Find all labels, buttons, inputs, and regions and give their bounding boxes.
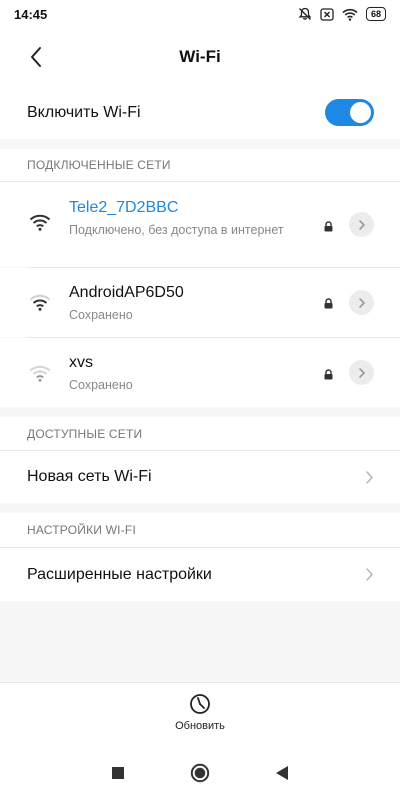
circle-icon	[190, 763, 210, 783]
chevron-right-icon	[366, 470, 373, 484]
back-button[interactable]	[22, 43, 50, 71]
new-network-row[interactable]: Новая сеть Wi-Fi	[0, 451, 400, 503]
recents-button[interactable]	[108, 763, 128, 783]
network-row-xvs[interactable]: xvs Сохранено	[0, 338, 400, 407]
home-button[interactable]	[190, 763, 210, 783]
advanced-settings-label: Расширенные настройки	[27, 565, 212, 583]
network-name: Tele2_7D2BBC	[69, 199, 179, 216]
connected-networks-header: ПОДКЛЮЧЕННЫЕ СЕТИ	[0, 149, 400, 181]
network-name: AndroidAP6D50	[69, 284, 184, 301]
wifi-toggle-row[interactable]: Включить Wi-Fi	[0, 86, 400, 139]
refresh-icon	[190, 694, 210, 714]
refresh-button[interactable]: Обновить	[165, 689, 235, 743]
chevron-right-icon	[358, 219, 365, 230]
square-icon	[112, 767, 124, 779]
header: Wi-Fi	[0, 28, 400, 86]
wifi-toggle-switch[interactable]	[325, 99, 374, 126]
bottom-action-bar: Обновить	[0, 682, 400, 746]
network-details-button[interactable]	[349, 212, 374, 237]
advanced-settings-row[interactable]: Расширенные настройки	[0, 548, 400, 601]
wifi-toggle-label: Включить Wi-Fi	[27, 103, 141, 121]
status-time: 14:45	[14, 6, 48, 22]
status-icons: 68	[298, 7, 386, 21]
network-row-androidap[interactable]: AndroidAP6D50 Сохранено	[0, 268, 400, 337]
wifi-medium-icon	[29, 294, 51, 316]
chevron-right-icon	[358, 297, 365, 308]
network-status: Сохранено	[69, 378, 133, 392]
lock-icon	[324, 219, 333, 237]
network-status: Подключено, без доступа в интернет	[69, 223, 284, 237]
triangle-back-icon	[276, 766, 288, 780]
page-title: Wi-Fi	[179, 47, 221, 66]
back-nav-button[interactable]	[272, 763, 292, 783]
wifi-full-icon	[29, 214, 51, 236]
chevron-right-icon	[366, 568, 373, 581]
new-network-label: Новая сеть Wi-Fi	[27, 468, 152, 485]
status-bar: 14:45 68	[0, 0, 400, 28]
toggle-knob	[350, 102, 371, 123]
navigation-bar	[0, 746, 400, 800]
close-box-icon	[320, 7, 334, 21]
battery-icon: 68	[365, 7, 386, 21]
wifi-weak-icon	[29, 365, 51, 387]
network-row-tele2[interactable]: Tele2_7D2BBC Подключено, без доступа в и…	[0, 182, 400, 267]
chevron-left-icon	[31, 47, 41, 67]
wifi-settings-header: НАСТРОЙКИ WI-FI	[0, 513, 400, 547]
refresh-label: Обновить	[175, 720, 225, 732]
network-status: Сохранено	[69, 308, 133, 322]
lock-icon	[324, 296, 333, 314]
chevron-right-icon	[358, 367, 365, 378]
network-details-button[interactable]	[349, 290, 374, 315]
bell-off-icon	[298, 7, 312, 21]
available-networks-header: ДОСТУПНЫЕ СЕТИ	[0, 417, 400, 450]
network-name: xvs	[69, 354, 93, 371]
lock-icon	[324, 367, 333, 385]
network-details-button[interactable]	[349, 360, 374, 385]
wifi-icon	[342, 8, 358, 21]
